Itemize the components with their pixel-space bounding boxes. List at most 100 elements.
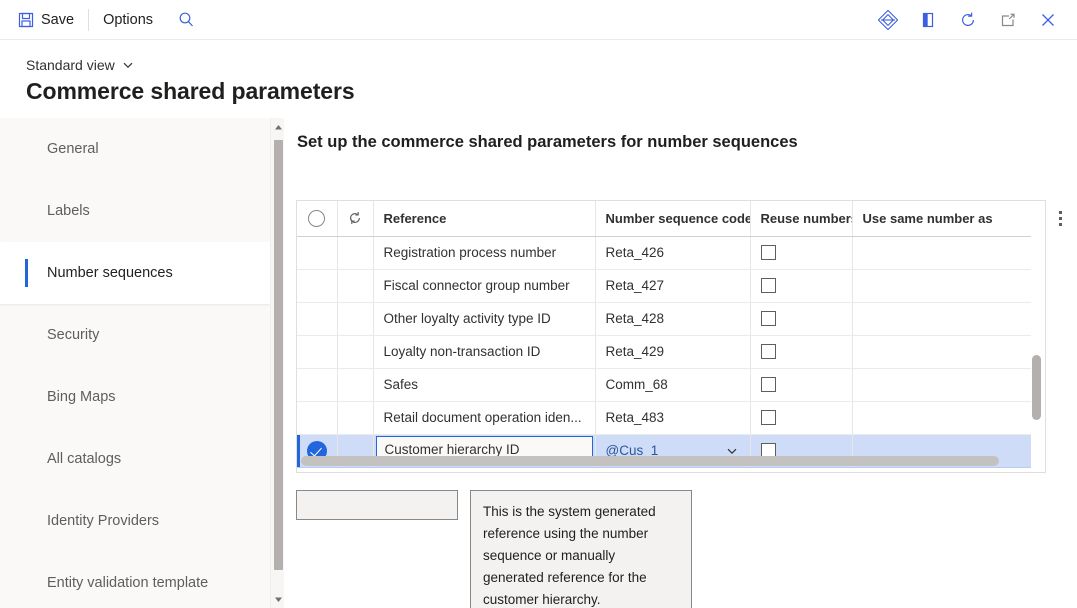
save-button[interactable]: Save	[9, 5, 83, 35]
cell-reuse-numbers[interactable]	[750, 302, 852, 335]
table-row[interactable]: Fiscal connector group number Reta_427	[297, 269, 1031, 302]
reuse-numbers-checkbox[interactable]	[761, 377, 776, 392]
sidebar-item-all-catalogs[interactable]: All catalogs	[0, 428, 270, 490]
view-selector[interactable]: Standard view	[26, 57, 134, 73]
table-row[interactable]: Retail document operation iden... Reta_4…	[297, 401, 1031, 434]
cell-reference[interactable]: Other loyalty activity type ID	[373, 302, 595, 335]
section-title: Set up the commerce shared parameters fo…	[297, 133, 798, 152]
reuse-numbers-checkbox[interactable]	[761, 311, 776, 326]
row-refresh-cell[interactable]	[337, 302, 373, 335]
cell-number-sequence-code[interactable]: Comm_68	[595, 368, 750, 401]
sidebar-item-label: Number sequences	[47, 265, 173, 281]
open-in-new-window-icon[interactable]	[991, 4, 1025, 36]
sidebar-item-general[interactable]: General	[0, 118, 270, 180]
row-select-cell[interactable]	[297, 401, 337, 434]
scroll-down-arrow-icon[interactable]	[271, 592, 285, 606]
table-row[interactable]: Safes Comm_68	[297, 368, 1031, 401]
close-icon[interactable]	[1031, 4, 1065, 36]
cell-number-sequence-code[interactable]: Reta_428	[595, 302, 750, 335]
grid-vertical-scrollbar-thumb[interactable]	[1032, 355, 1041, 420]
row-select-cell[interactable]	[297, 269, 337, 302]
grid-header-row: Reference Number sequence code Reuse num…	[297, 201, 1031, 236]
grid-vertical-scrollbar[interactable]	[1029, 237, 1044, 453]
row-refresh-cell[interactable]	[337, 269, 373, 302]
cell-reuse-numbers[interactable]	[750, 269, 852, 302]
chevron-down-icon	[122, 59, 134, 71]
command-bar-divider	[88, 9, 89, 31]
cell-number-sequence-code[interactable]: Reta_427	[595, 269, 750, 302]
grid-horizontal-scrollbar[interactable]	[298, 455, 1030, 467]
reference-detail-field[interactable]	[296, 490, 458, 520]
reuse-numbers-checkbox[interactable]	[761, 410, 776, 425]
cell-number-sequence-code[interactable]: Reta_426	[595, 236, 750, 269]
column-header-reuse-numbers[interactable]: Reuse numbers	[750, 201, 852, 236]
main-content: Set up the commerce shared parameters fo…	[284, 118, 1077, 608]
cell-number-sequence-code[interactable]: Reta_429	[595, 335, 750, 368]
options-button[interactable]: Options	[94, 5, 162, 35]
save-label: Save	[41, 12, 74, 28]
table-row[interactable]: Loyalty non-transaction ID Reta_429	[297, 335, 1031, 368]
row-select-cell[interactable]	[297, 335, 337, 368]
grid-header: Reference Number sequence code Reuse num…	[297, 201, 1031, 236]
cell-reference[interactable]: Registration process number	[373, 236, 595, 269]
column-header-reference[interactable]: Reference	[373, 201, 595, 236]
cell-use-same-number-as[interactable]	[852, 269, 1031, 302]
sidebar-item-entity-validation-template[interactable]: Entity validation template	[0, 552, 270, 608]
select-all-circle-icon[interactable]	[297, 201, 337, 236]
sidebar-item-label: General	[47, 141, 99, 157]
column-header-use-same-number-as[interactable]: Use same number as	[852, 201, 1031, 236]
sidebar-item-label: Entity validation template	[47, 575, 208, 591]
scroll-up-arrow-icon[interactable]	[271, 120, 285, 134]
row-refresh-cell[interactable]	[337, 335, 373, 368]
sidebar-item-label: All catalogs	[47, 451, 121, 467]
view-selector-label: Standard view	[26, 57, 115, 73]
cell-use-same-number-as[interactable]	[852, 368, 1031, 401]
reuse-numbers-checkbox[interactable]	[761, 245, 776, 260]
row-refresh-cell[interactable]	[337, 401, 373, 434]
cell-reference[interactable]: Fiscal connector group number	[373, 269, 595, 302]
cell-number-sequence-code[interactable]: Reta_483	[595, 401, 750, 434]
scrollbar-thumb[interactable]	[274, 140, 283, 570]
cell-reuse-numbers[interactable]	[750, 236, 852, 269]
diamond-rhombus-icon[interactable]	[871, 4, 905, 36]
table-row[interactable]: Other loyalty activity type ID Reta_428	[297, 302, 1031, 335]
search-icon[interactable]	[170, 5, 202, 35]
save-icon	[18, 12, 34, 28]
cell-reference[interactable]: Loyalty non-transaction ID	[373, 335, 595, 368]
sidebar-item-label: Security	[47, 327, 99, 343]
cell-reuse-numbers[interactable]	[750, 368, 852, 401]
sidebar-nav: General Labels Number sequences Security…	[0, 118, 270, 608]
cell-use-same-number-as[interactable]	[852, 302, 1031, 335]
cell-use-same-number-as[interactable]	[852, 335, 1031, 368]
sidebar-item-identity-providers[interactable]: Identity Providers	[0, 490, 270, 552]
sidebar-item-label: Identity Providers	[47, 513, 159, 529]
column-header-number-sequence-code[interactable]: Number sequence code	[595, 201, 750, 236]
cell-reference[interactable]: Retail document operation iden...	[373, 401, 595, 434]
row-refresh-cell[interactable]	[337, 368, 373, 401]
sidebar-item-bing-maps[interactable]: Bing Maps	[0, 366, 270, 428]
command-bar-right-icons	[871, 4, 1065, 36]
row-select-cell[interactable]	[297, 236, 337, 269]
page-header: Standard view Commerce shared parameters	[0, 40, 1077, 118]
sidebar-item-security[interactable]: Security	[0, 304, 270, 366]
cell-reference[interactable]: Safes	[373, 368, 595, 401]
refresh-icon[interactable]	[951, 4, 985, 36]
grid-horizontal-scrollbar-thumb[interactable]	[301, 456, 999, 466]
more-options-icon[interactable]	[1059, 211, 1063, 229]
table-row[interactable]: Registration process number Reta_426	[297, 236, 1031, 269]
sidebar-item-number-sequences[interactable]: Number sequences	[0, 242, 270, 304]
row-refresh-cell[interactable]	[337, 236, 373, 269]
refresh-row-icon[interactable]	[337, 201, 373, 236]
body-area: General Labels Number sequences Security…	[0, 118, 1077, 608]
reuse-numbers-checkbox[interactable]	[761, 344, 776, 359]
page-vertical-scrollbar[interactable]	[270, 118, 284, 608]
cell-use-same-number-as[interactable]	[852, 236, 1031, 269]
sidebar-item-labels[interactable]: Labels	[0, 180, 270, 242]
cell-reuse-numbers[interactable]	[750, 335, 852, 368]
row-select-cell[interactable]	[297, 368, 337, 401]
reuse-numbers-checkbox[interactable]	[761, 278, 776, 293]
cell-reuse-numbers[interactable]	[750, 401, 852, 434]
book-panel-icon[interactable]	[911, 4, 945, 36]
row-select-cell[interactable]	[297, 302, 337, 335]
cell-use-same-number-as[interactable]	[852, 401, 1031, 434]
